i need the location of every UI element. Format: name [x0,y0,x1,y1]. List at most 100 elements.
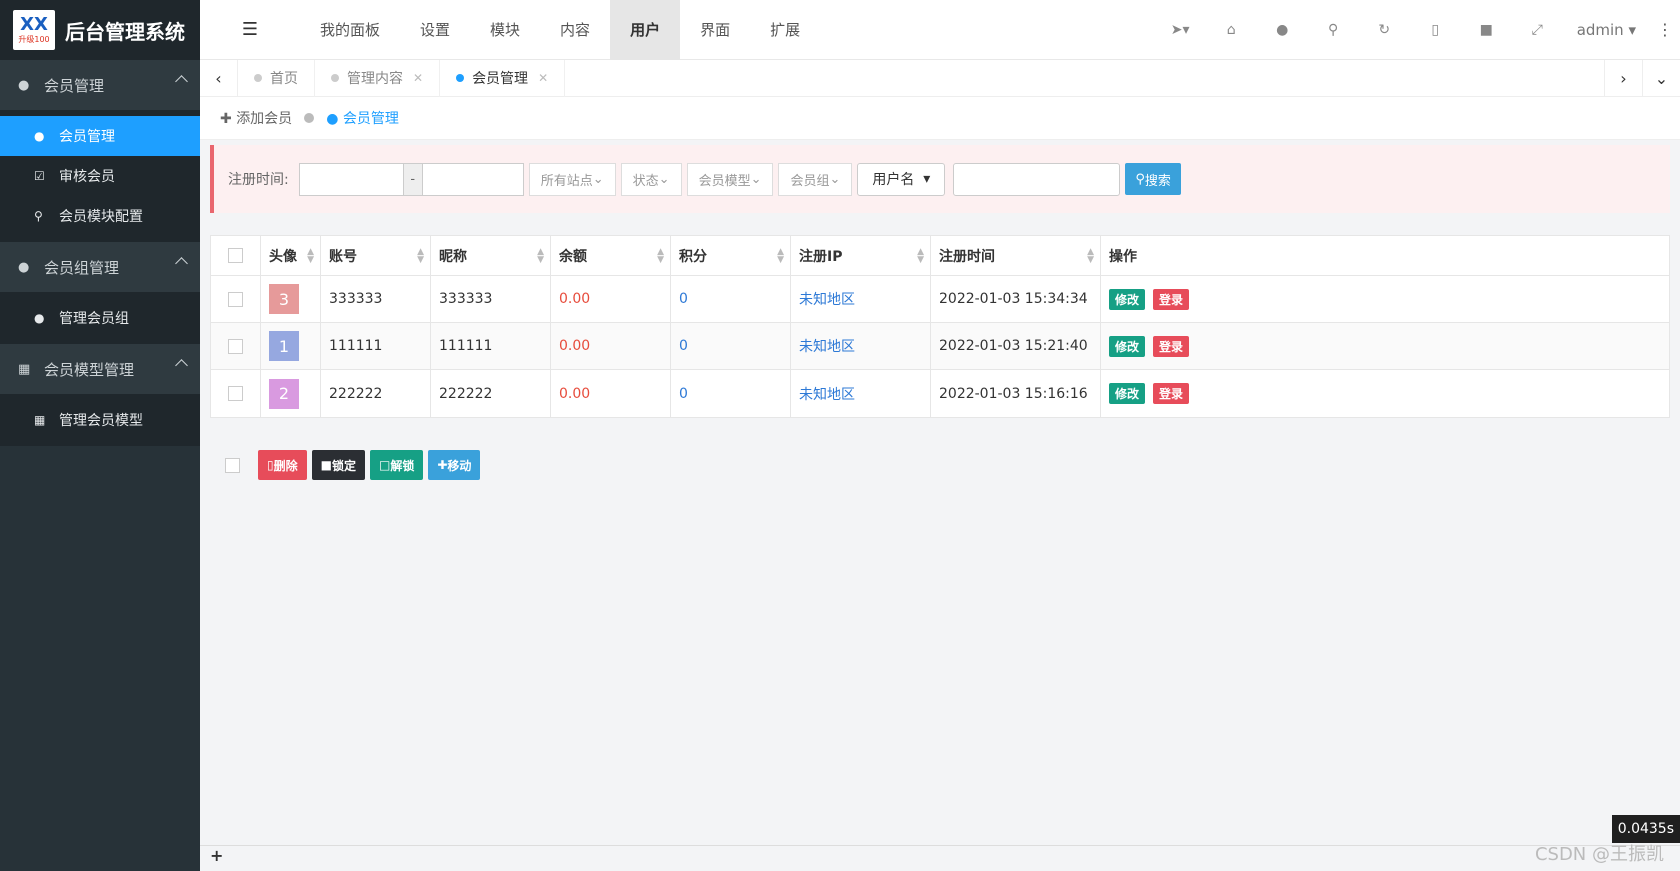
nav-extensions[interactable]: 扩展 [750,0,820,60]
sidebar-item-module-config[interactable]: ⚲ 会员模块配置 [0,196,200,236]
row-checkbox[interactable] [228,386,243,401]
site-select[interactable]: 所有站点 ⌄ [528,162,616,196]
edit-button[interactable]: 修改 [1109,288,1146,310]
chevron-up-icon [175,257,188,270]
sort-icon[interactable]: ▲ ▼ [777,248,784,265]
trash-icon: ▯ [267,458,274,472]
row-checkbox[interactable] [228,291,243,307]
refresh-icon[interactable]: ↻ [1359,22,1410,38]
add-icon[interactable]: + [210,846,223,865]
sort-icon[interactable]: ▲ ▼ [917,248,924,265]
chevron-up-icon [175,359,188,372]
sort-icon[interactable]: ▲ ▼ [307,248,314,265]
move-button[interactable]: ✚ 移动 [428,450,481,480]
nav-users[interactable]: 用户 [610,0,681,60]
login-button[interactable]: 登录 [1153,335,1190,357]
lock-button[interactable]: ■ 锁定 [311,450,365,480]
nav-modules[interactable]: 模块 [470,0,540,60]
user-icon[interactable]: ● [1257,22,1308,38]
add-member-link[interactable]: ✚ 添加会员 [220,108,292,128]
nav-content[interactable]: 内容 [540,0,610,60]
model-select[interactable]: 会员模型 ⌄ [686,162,774,196]
user-icon: ● [18,77,30,93]
field-select[interactable]: 用户名 ▾ [857,162,946,196]
fullscreen-icon[interactable]: ⤢ [1512,22,1563,38]
keyword-input[interactable] [953,162,1121,196]
sidebar-item-review-members[interactable]: ☑ 审核会员 [0,156,200,196]
bulk-select-checkbox[interactable] [225,457,240,473]
group-select[interactable]: 会员组 ⌄ [778,162,853,196]
unlock-button[interactable]: □ 解锁 [369,450,424,480]
search-button[interactable]: ⚲ 搜索 [1125,163,1181,195]
footer-bar: + [200,845,1680,871]
tab-scroll-right-icon[interactable]: › [1604,59,1642,97]
ip-link[interactable]: 未知地区 [791,276,931,322]
close-icon[interactable]: ✕ [538,71,548,85]
share-icon[interactable]: ➤▾ [1155,22,1206,38]
ip-link[interactable]: 未知地区 [791,323,931,369]
nav-interface[interactable]: 界面 [680,0,750,60]
edit-button[interactable]: 修改 [1109,335,1146,357]
tab-content-manage[interactable]: 管理内容 ✕ [315,59,441,97]
chevron-down-icon[interactable]: ⌄ [1642,59,1680,97]
move-icon: ✚ [437,458,448,472]
avatar: 2 [269,378,299,409]
lock-icon: ■ [320,458,332,472]
close-icon[interactable]: ✕ [413,71,423,85]
lock-icon[interactable]: ■ [1461,22,1512,38]
login-button[interactable]: 登录 [1153,288,1190,310]
sidebar-item-manage-groups[interactable]: ● 管理会员组 [0,298,200,338]
top-header: ☰ 我的面板 设置 模块 内容 用户 界面 扩展 ➤▾ ⌂ ● ⚲ ↻ ▯ ■ … [200,0,1680,60]
logo[interactable]: XX 升级100 后台管理系统 [0,0,200,60]
date-start-input[interactable] [298,162,404,196]
sidebar-group-member-models[interactable]: ▦ 会员模型管理 [0,344,200,394]
sort-icon[interactable]: ▲ ▼ [417,248,424,265]
row-checkbox[interactable] [228,338,243,354]
tab-home[interactable]: 首页 [238,59,315,97]
nav-dashboard[interactable]: 我的面板 [300,0,400,60]
tab-bar: ‹ 首页 管理内容 ✕ 会员管理 ✕ › ⌄ [200,59,1680,97]
unlock-icon: □ [378,458,391,472]
current-page-link[interactable]: ● 会员管理 [326,108,399,128]
user-icon: ● [34,129,45,143]
search-icon[interactable]: ⚲ [1308,22,1359,38]
app-title: 后台管理系统 [65,19,185,44]
grid-icon: ▦ [18,361,31,377]
delete-button[interactable]: ▯ 删除 [258,450,307,480]
nav-settings[interactable]: 设置 [400,0,470,60]
select-all-checkbox[interactable] [228,248,243,263]
status-select[interactable]: 状态 ⌄ [620,162,682,196]
bulk-actions: ▯ 删除 ■ 锁定 □ 解锁 ✚ 移动 [225,450,485,480]
login-button[interactable]: 登录 [1153,383,1190,404]
more-vertical-icon[interactable]: ⋮ [1650,20,1680,39]
date-end-input[interactable] [421,162,524,196]
users-icon: ● [18,259,30,275]
sidebar-item-manage-models[interactable]: ▦ 管理会员模型 [0,400,200,440]
sort-icon[interactable]: ▲ ▼ [537,248,544,265]
tab-member-manage[interactable]: 会员管理 ✕ [440,59,566,97]
avatar: 3 [269,284,299,314]
logo-mark: XX 升级100 [13,10,55,50]
ip-link[interactable]: 未知地区 [791,370,931,417]
sidebar-group-member-groups[interactable]: ● 会员组管理 [0,242,200,292]
register-time-label: 注册时间: [228,172,289,188]
sort-icon[interactable]: ▲ ▼ [1087,248,1094,265]
sidebar-group-members[interactable]: ● 会员管理 [0,60,200,110]
trash-icon[interactable]: ▯ [1410,22,1461,38]
sub-toolbar: ✚ 添加会员 ● 会员管理 [200,97,1680,140]
sidebar-item-member-manage[interactable]: ● 会员管理 [0,116,200,156]
edit-button[interactable]: 修改 [1109,383,1146,404]
admin-menu[interactable]: admin ▾ [1563,21,1650,39]
grid-icon: ▦ [34,413,46,427]
home-icon[interactable]: ⌂ [1206,22,1257,38]
tab-scroll-left-icon[interactable]: ‹ [200,59,238,97]
table-row: 3 333333 333333 0.00 0 未知地区 2022-01-03 1… [211,276,1669,323]
avatar: 1 [269,331,299,361]
sidebar: XX 升级100 后台管理系统 ● 会员管理 ● 会员管理 ☑ 审核会员 ⚲ 会… [0,0,200,871]
check-square-icon: ☑ [34,169,45,183]
chevron-up-icon [175,75,188,88]
member-table: 头像 ▲ ▼ 账号 ▲ ▼ 昵称 ▲ ▼ 余额 ▲ ▼ 积分 ▲ ▼ 注册IP ▲ ▼ 注册时间 ▲ ▼ 操… [210,235,1670,418]
menu-toggle-icon[interactable]: ☰ [200,19,300,40]
table-row: 2 222222 222222 0.00 0 未知地区 2022-01-03 1… [211,370,1669,417]
sort-icon[interactable]: ▲ ▼ [657,248,664,265]
